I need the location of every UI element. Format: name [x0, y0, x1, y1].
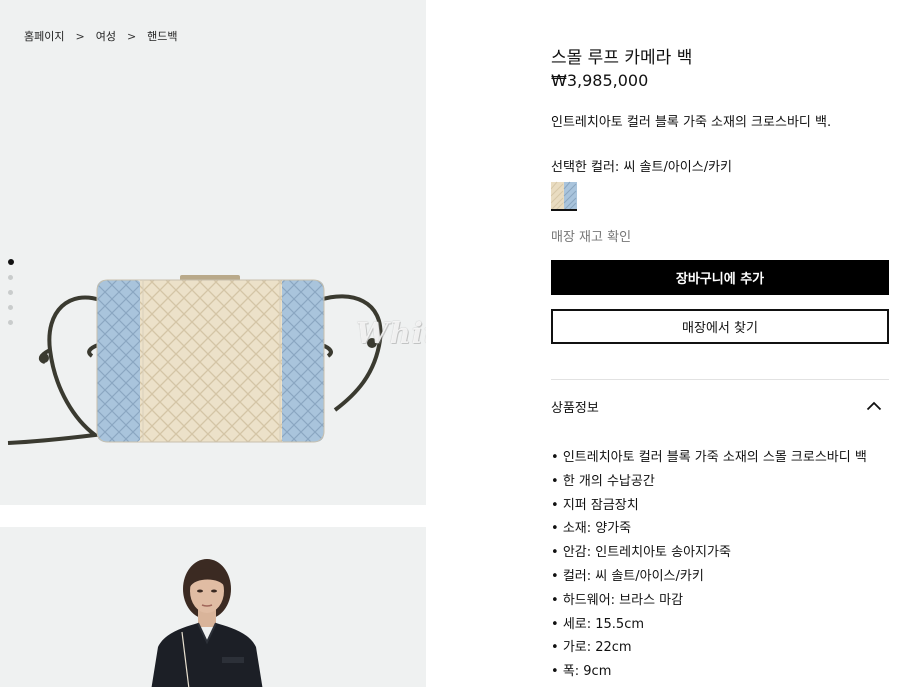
product-gallery: 홈페이지 > 여성 > 핸드백 Whi	[0, 0, 426, 687]
product-price: ₩3,985,000	[551, 71, 649, 90]
breadcrumb-separator: >	[126, 29, 137, 43]
chevron-up-icon[interactable]	[859, 396, 889, 416]
breadcrumb-home[interactable]: 홈페이지	[24, 28, 64, 44]
breadcrumb: 홈페이지 > 여성 > 핸드백	[24, 28, 178, 44]
find-in-store-button[interactable]: 매장에서 찾기	[551, 309, 889, 344]
swatch-selected-indicator	[551, 209, 577, 211]
product-image-model[interactable]	[0, 527, 426, 687]
list-item: 컬러: 씨 솔트/아이스/카키	[551, 565, 867, 589]
color-swatch[interactable]	[551, 180, 577, 212]
list-item: 한 개의 수납공간	[551, 470, 867, 494]
bag-image	[7, 275, 383, 445]
section-divider	[551, 379, 889, 380]
product-description: 인트레치아토 컬러 블록 가죽 소재의 크로스바디 백.	[551, 115, 832, 130]
list-item: 소재: 양가죽	[551, 517, 867, 541]
product-info-list: 인트레치아토 컬러 블록 가죽 소재의 스몰 크로스바디 백 한 개의 수납공간…	[551, 446, 867, 684]
model-image	[151, 559, 263, 687]
breadcrumb-women[interactable]: 여성	[96, 28, 116, 44]
list-item: 세로: 15.5cm	[551, 613, 867, 637]
list-item: 인트레치아토 컬러 블록 가죽 소재의 스몰 크로스바디 백	[551, 446, 867, 470]
list-item: 지퍼 잠금장치	[551, 494, 867, 518]
selected-color-label: 선택한 컬러: 씨 솔트/아이스/카키	[551, 160, 733, 175]
list-item: 안감: 인트레치아토 송아지가죽	[551, 541, 867, 565]
list-item: 폭: 9cm	[551, 660, 867, 684]
product-info-title: 상품정보	[551, 400, 599, 416]
product-image-main[interactable]: 홈페이지 > 여성 > 핸드백 Whi	[0, 0, 426, 505]
list-item: 가로: 22cm	[551, 636, 867, 660]
list-item: 하드웨어: 브라스 마감	[551, 589, 867, 613]
product-title: 스몰 루프 카메라 백	[551, 48, 693, 68]
product-info-toggle[interactable]: 상품정보	[551, 388, 889, 424]
store-stock-link[interactable]: 매장 재고 확인	[551, 226, 631, 245]
breadcrumb-handbags[interactable]: 핸드백	[147, 28, 177, 44]
breadcrumb-separator: >	[75, 29, 85, 43]
add-to-cart-button[interactable]: 장바구니에 추가	[551, 260, 889, 295]
